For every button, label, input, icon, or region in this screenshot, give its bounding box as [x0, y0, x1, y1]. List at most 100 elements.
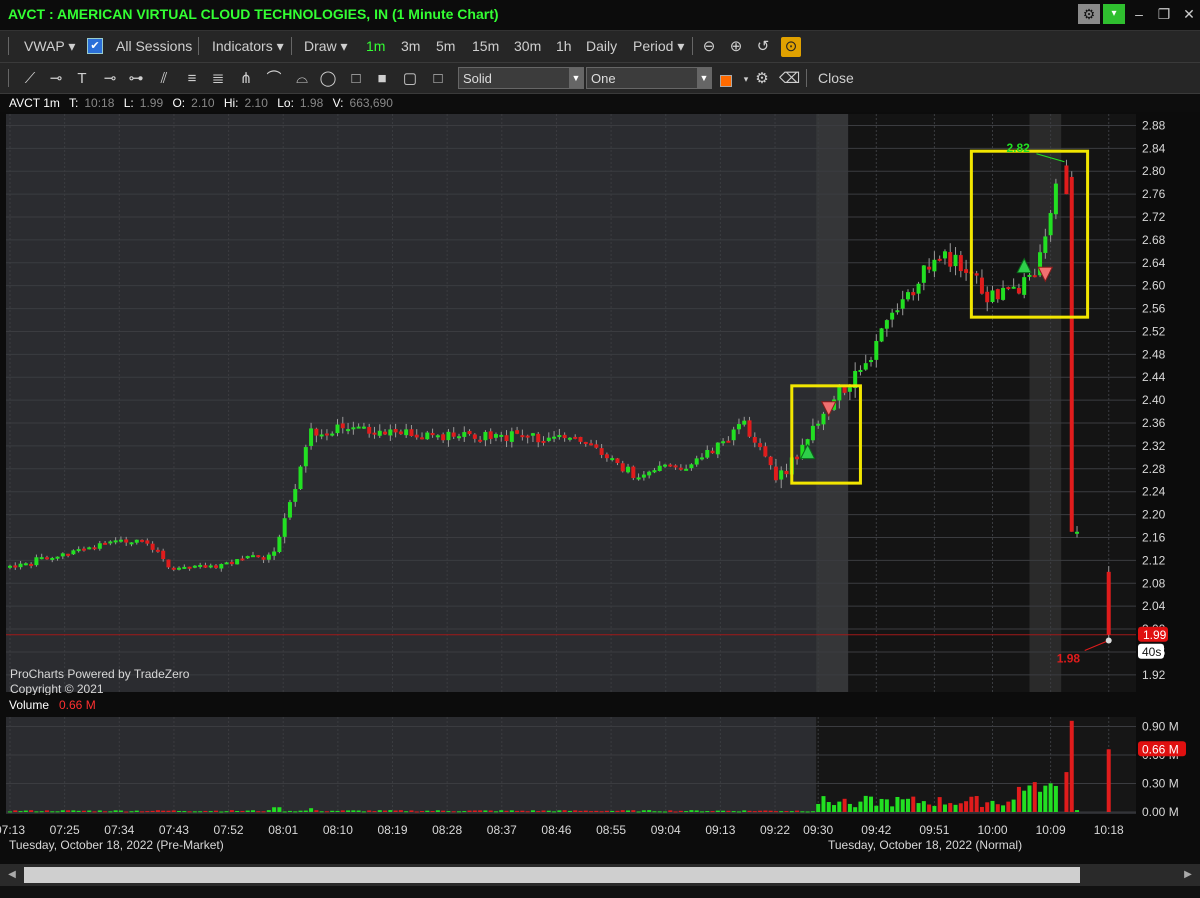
volume-bar	[689, 810, 694, 812]
candle-body	[715, 442, 720, 455]
zoom-out-icon[interactable]: ⊖	[699, 37, 719, 57]
zoom-in-icon[interactable]: ⊕	[726, 37, 746, 57]
horizontal-line-icon[interactable]: ⊸	[100, 69, 120, 89]
candle-body	[113, 540, 118, 543]
scrollbar-thumb[interactable]	[24, 867, 1080, 883]
fib-extension-icon[interactable]: ≣	[208, 69, 228, 89]
time-tick-label: 10:18	[1094, 823, 1124, 837]
gear-icon[interactable]: ⚙	[1078, 4, 1100, 24]
volume-bar	[499, 810, 504, 812]
all-sessions-checkbox[interactable]: ✔	[87, 38, 103, 54]
volume-bar	[1001, 805, 1006, 812]
trend-line-icon[interactable]: ⟋	[20, 69, 40, 89]
volume-bar	[905, 798, 910, 812]
scroll-left-icon[interactable]: ◀	[4, 867, 20, 883]
volume-bar	[187, 811, 192, 813]
rectangle-outline-icon[interactable]: □	[346, 69, 366, 89]
speed-arc-icon[interactable]: ⌓	[292, 69, 312, 89]
horizontal-ray-icon[interactable]: ⊶	[126, 69, 146, 89]
circle-tool-icon[interactable]: ◯	[318, 69, 338, 89]
candle-body	[34, 557, 39, 566]
volume-bar	[557, 810, 562, 812]
ray-line-icon[interactable]: ⊸	[46, 69, 66, 89]
horizontal-scrollbar[interactable]: ◀ ▶	[0, 864, 1200, 886]
arc-tool-icon[interactable]: ⌒	[264, 69, 284, 89]
volume-bar	[805, 811, 810, 813]
volume-bar	[467, 810, 472, 812]
volume-bar	[942, 804, 947, 812]
rectangle-filled-icon[interactable]: ■	[372, 69, 392, 89]
parallel-channel-icon[interactable]: ⫽	[154, 69, 174, 89]
indicators-menu[interactable]: Indicators ▾	[212, 38, 284, 55]
volume-bar	[293, 811, 298, 813]
fibonacci-icon[interactable]: ≡	[182, 69, 202, 89]
volume-bar	[430, 811, 435, 813]
volume-bar	[810, 811, 815, 813]
close-drawing-button[interactable]: Close	[818, 70, 854, 86]
candle-body	[879, 328, 884, 342]
volume-bar	[731, 811, 736, 813]
interval-1h[interactable]: 1h	[556, 38, 572, 54]
volume-bar	[309, 808, 314, 812]
volume-bar	[699, 811, 704, 813]
color-swatch[interactable]	[720, 75, 732, 87]
volume-bar	[34, 811, 39, 813]
interval-15m[interactable]: 15m	[472, 38, 499, 54]
volume-bar	[726, 810, 731, 812]
candle-body	[319, 434, 324, 437]
candle-body	[203, 565, 208, 568]
draw-menu[interactable]: Draw ▾	[304, 38, 348, 55]
high-label: Hi:	[223, 96, 239, 110]
rounded-rect-icon[interactable]: ▢	[400, 69, 420, 89]
volume-bar	[847, 803, 852, 812]
volume-bar	[858, 801, 863, 812]
candle-body	[13, 565, 18, 568]
candle-body	[573, 436, 578, 439]
volume-bar	[546, 810, 551, 812]
volume-header	[0, 695, 1200, 715]
low-price-label: 1.98	[1057, 651, 1081, 665]
candle-body	[44, 557, 49, 560]
line-style-select[interactable]: Solid ▼	[458, 67, 584, 89]
interval-daily[interactable]: Daily	[586, 38, 617, 54]
vwap-menu[interactable]: VWAP ▾	[24, 38, 75, 55]
scroll-right-icon[interactable]: ▶	[1180, 867, 1196, 883]
interval-30m[interactable]: 30m	[514, 38, 541, 54]
volume-bar	[1027, 785, 1032, 812]
eraser-icon[interactable]: ⌫	[779, 69, 800, 89]
volume-bar	[372, 811, 377, 813]
volume-bar	[483, 810, 488, 812]
minimize-button[interactable]: –	[1128, 4, 1150, 24]
interval-5m[interactable]: 5m	[436, 38, 455, 54]
candle-body	[652, 470, 657, 473]
volume-bar	[599, 811, 604, 813]
candle-body	[858, 369, 863, 372]
volume-bar	[356, 810, 361, 812]
period-menu[interactable]: Period ▾	[633, 38, 684, 55]
candle-body	[398, 431, 403, 435]
candle-body	[795, 456, 800, 460]
volume-bar	[520, 810, 525, 812]
interval-1m[interactable]: 1m	[366, 38, 385, 54]
settings-gear-icon[interactable]: ⚙	[752, 69, 772, 89]
price-chart[interactable]: 2.821.98 1.921.962.002.042.082.122.162.2…	[0, 112, 1200, 864]
interval-3m[interactable]: 3m	[401, 38, 420, 54]
candle-body	[97, 543, 102, 549]
maximize-button[interactable]: ❐	[1153, 4, 1175, 24]
text-tool-icon[interactable]: T	[72, 69, 92, 89]
reset-zoom-icon[interactable]: ↺	[753, 37, 773, 57]
rounded-rect-outline-icon[interactable]: □	[428, 69, 448, 89]
close-window-button[interactable]: ✕	[1178, 4, 1200, 24]
candle-body	[884, 320, 889, 329]
candle-body	[377, 430, 382, 436]
line-width-select[interactable]: One ▼	[586, 67, 712, 89]
zoom-fit-icon[interactable]: ⊙	[781, 37, 801, 57]
price-axis: 1.921.962.002.042.082.122.162.202.242.28…	[1137, 112, 1200, 694]
price-tick-label: 2.84	[1142, 141, 1166, 155]
volume-bar	[478, 810, 483, 812]
candle-body	[18, 563, 23, 568]
dropdown-icon[interactable]: ▾	[1103, 4, 1125, 24]
candle-body	[435, 435, 440, 438]
volume-bar	[541, 810, 546, 812]
pitchfork-icon[interactable]: ⋔	[236, 69, 256, 89]
